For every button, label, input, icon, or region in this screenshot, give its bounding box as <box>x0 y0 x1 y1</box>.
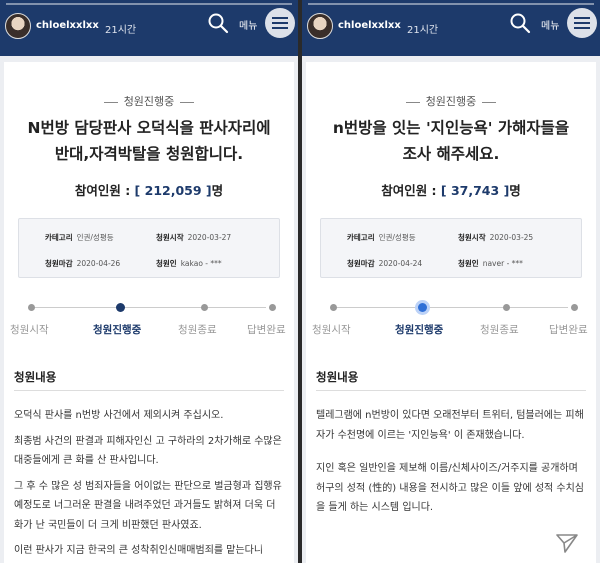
title-line-2: 조사 해주세요. <box>402 145 500 163</box>
petition-info-box: 카테고리 인권/성평등 청원시작 2020-03-25 청원마감 2020-04-24… <box>320 218 582 278</box>
story-panel-right: chloelxxlxx 21시간 메뉴 청원진행중 n번방을 잇는 '지인능욕'… <box>302 0 600 563</box>
info-start: 청원시작 2020-03-27 <box>156 233 232 242</box>
search-icon[interactable] <box>207 12 229 34</box>
section-divider <box>14 390 284 391</box>
step-label-answered: 답변완료 <box>549 324 588 336</box>
post-time: 21시간 <box>105 25 137 36</box>
step-label-ended: 청원종료 <box>480 324 519 336</box>
step-dot-2-active <box>116 303 125 312</box>
step-dot-2-active <box>418 303 427 312</box>
count-value: 212,059 <box>144 183 202 198</box>
step-label-start: 청원시작 <box>10 324 49 336</box>
menu-button[interactable] <box>265 8 295 38</box>
step-dot-3 <box>503 304 510 311</box>
body-paragraph-2: 지인 혹은 일반인을 제보해 이름/신체사이즈/거주지를 공개하며 허구의 성적… <box>316 463 585 513</box>
body-paragraph-1: 텔레그램에 n번방이 있다면 오래전부터 트위터, 텀블러에는 피해자가 수천명… <box>316 410 584 441</box>
body-paragraph-1: 오덕식 판사를 n번방 사건에서 제외시켜 주십시오. <box>14 410 224 421</box>
send-icon[interactable] <box>254 533 276 553</box>
username[interactable]: chloelxxlxx <box>338 20 401 31</box>
step-dot-1 <box>330 304 337 311</box>
dash-right <box>180 101 195 103</box>
step-dot-3 <box>201 304 208 311</box>
count-label: 참여인원 : <box>381 183 441 198</box>
step-dot-1 <box>28 304 35 311</box>
count-close-bracket: ] <box>499 183 510 198</box>
story-header: chloelxxlxx 21시간 메뉴 <box>0 0 298 56</box>
count-close-bracket: ] <box>201 183 212 198</box>
title-line-1: N번방 담당판사 오덕식을 판사자리에 <box>27 119 271 137</box>
step-label-ongoing: 청원진행중 <box>395 324 444 336</box>
send-icon[interactable] <box>556 533 578 553</box>
petition-title: N번방 담당판사 오덕식을 판사자리에 반대,자격박탈을 청원합니다. <box>14 115 284 167</box>
title-line-1: n번방을 잇는 '지인능욕' 가해자들을 <box>332 119 570 137</box>
status-text: 청원진행중 <box>425 95 477 108</box>
username[interactable]: chloelxxlxx <box>36 20 99 31</box>
story-progress-bar <box>308 3 594 5</box>
petition-body: 오덕식 판사를 n번방 사건에서 제외시켜 주십시오. 최종범 사건의 판결과 … <box>14 406 286 563</box>
post-time: 21시간 <box>407 25 439 36</box>
step-label-ended: 청원종료 <box>178 324 217 336</box>
info-author: 청원인 naver - *** <box>458 259 523 268</box>
section-title: 청원내용 <box>316 370 359 384</box>
step-dot-4 <box>571 304 578 311</box>
body-paragraph-3: 그 후 수 많은 성 범죄자들을 어이없는 판단으로 벌금형과 집행유예정도로 … <box>14 480 282 531</box>
step-label-start: 청원시작 <box>312 324 351 336</box>
menu-label[interactable]: 메뉴 <box>541 17 559 32</box>
dash-left <box>103 101 118 103</box>
story-progress-bar <box>6 3 292 5</box>
dash-left <box>405 101 420 103</box>
participant-count: 참여인원 : [ 212,059 ]명 <box>4 180 294 199</box>
step-label-answered: 답변완료 <box>247 324 286 336</box>
petition-status: 청원진행중 <box>4 93 294 109</box>
avatar[interactable] <box>5 13 31 39</box>
menu-button[interactable] <box>567 8 597 38</box>
steps-track <box>32 307 266 308</box>
petition-card: 청원진행중 N번방 담당판사 오덕식을 판사자리에 반대,자격박탈을 청원합니다… <box>4 62 294 563</box>
info-start: 청원시작 2020-03-25 <box>458 233 534 242</box>
info-end: 청원마감 2020-04-24 <box>347 259 423 268</box>
hamburger-icon <box>574 17 590 29</box>
petition-body: 텔레그램에 n번방이 있다면 오래전부터 트위터, 텀블러에는 피해자가 수천명… <box>316 406 588 524</box>
section-title: 청원내용 <box>14 370 57 384</box>
count-value: 37,743 <box>450 183 500 198</box>
step-label-ongoing: 청원진행중 <box>93 324 142 336</box>
title-line-2: 반대,자격박탈을 청원합니다. <box>54 145 244 163</box>
story-header: chloelxxlxx 21시간 메뉴 <box>302 0 600 56</box>
count-suffix: 명 <box>211 183 224 198</box>
count-label: 참여인원 : <box>74 183 135 198</box>
info-category: 카테고리 인권/성평등 <box>45 233 114 242</box>
status-text: 청원진행중 <box>123 95 175 108</box>
petition-card: 청원진행중 n번방을 잇는 '지인능욕' 가해자들을 조사 해주세요. 참여인원… <box>306 62 596 563</box>
menu-label[interactable]: 메뉴 <box>239 17 257 32</box>
count-open-bracket: [ <box>134 183 145 198</box>
count-open-bracket: [ <box>440 183 451 198</box>
info-author: 청원인 kakao - *** <box>156 259 222 268</box>
body-paragraph-2: 최종범 사건의 판결과 피해자인신 고 구하라의 2차가해로 수많은 대중들에게… <box>14 435 282 467</box>
petition-title: n번방을 잇는 '지인능욕' 가해자들을 조사 해주세요. <box>316 115 586 167</box>
body-paragraph-4: 이런 판사가 지금 한국의 큰 성착취인신매매범죄를 맡는다니 <box>14 545 264 556</box>
story-panel-left: chloelxxlxx 21시간 메뉴 청원진행중 N번방 담당판사 오덕식을 … <box>0 0 298 563</box>
step-dot-4 <box>269 304 276 311</box>
dash-right <box>482 101 497 103</box>
info-end: 청원마감 2020-04-26 <box>45 259 121 268</box>
section-divider <box>316 390 586 391</box>
petition-status: 청원진행중 <box>306 93 596 109</box>
info-category: 카테고리 인권/성평등 <box>347 233 416 242</box>
count-suffix: 명 <box>509 183 521 198</box>
steps-track <box>334 307 568 308</box>
avatar[interactable] <box>307 13 333 39</box>
petition-info-box: 카테고리 인권/성평등 청원시작 2020-03-27 청원마감 2020-04-26… <box>18 218 280 278</box>
hamburger-icon <box>272 17 288 29</box>
participant-count: 참여인원 : [ 37,743 ]명 <box>306 180 596 199</box>
search-icon[interactable] <box>509 12 531 34</box>
